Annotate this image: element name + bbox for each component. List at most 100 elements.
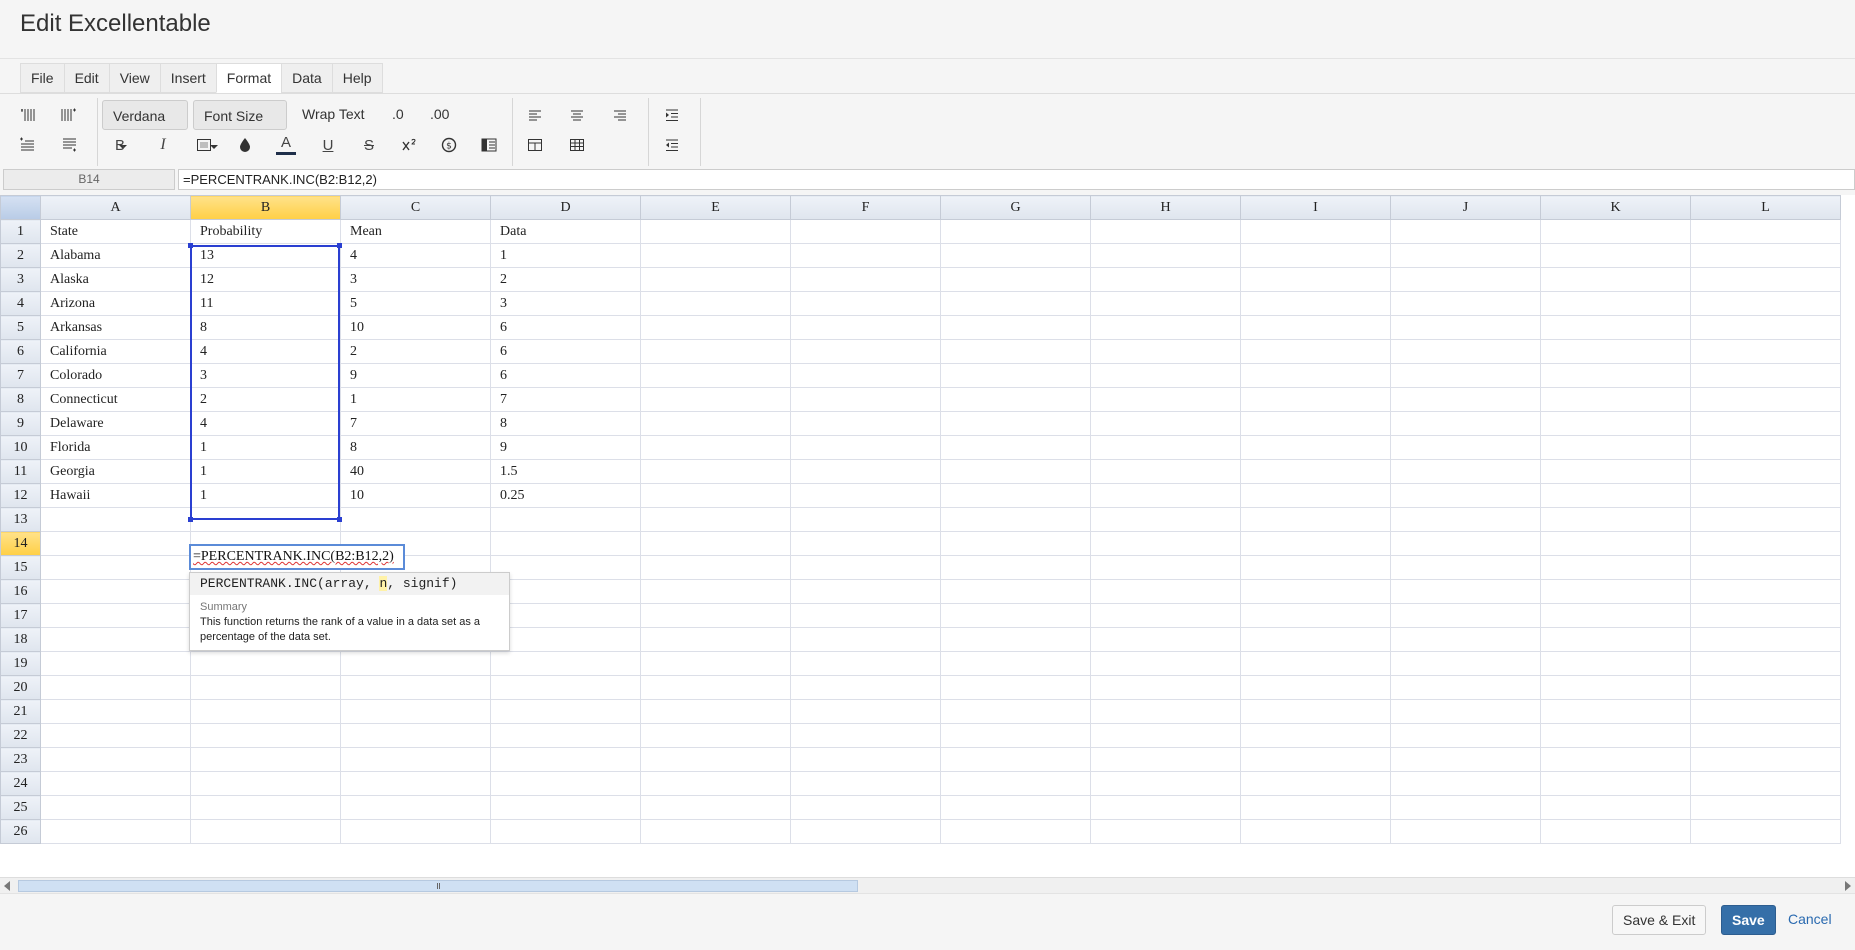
cell-l7[interactable] [1690, 363, 1841, 388]
cell-f25[interactable] [790, 795, 941, 820]
cell-k4[interactable] [1540, 291, 1691, 316]
cell-d12[interactable]: 0.25 [490, 483, 641, 508]
cell-k19[interactable] [1540, 651, 1691, 676]
cell-a3[interactable]: Alaska [40, 267, 191, 292]
cell-h17[interactable] [1090, 603, 1241, 628]
cell-b13[interactable] [190, 507, 341, 532]
merge-cells-icon[interactable] [524, 134, 546, 156]
cell-l12[interactable] [1690, 483, 1841, 508]
cell-h8[interactable] [1090, 387, 1241, 412]
cell-b20[interactable] [190, 675, 341, 700]
cell-j24[interactable] [1390, 771, 1541, 796]
cell-a19[interactable] [40, 651, 191, 676]
cell-d6[interactable]: 6 [490, 339, 641, 364]
row-header[interactable]: 14 [0, 531, 41, 556]
row-header[interactable]: 25 [0, 795, 41, 820]
cell-a13[interactable] [40, 507, 191, 532]
cell-k2[interactable] [1540, 243, 1691, 268]
cell-d3[interactable]: 2 [490, 267, 641, 292]
cell-j4[interactable] [1390, 291, 1541, 316]
cell-g18[interactable] [940, 627, 1091, 652]
cell-b11[interactable]: 1 [190, 459, 341, 484]
cell-b8[interactable]: 2 [190, 387, 341, 412]
cell-l8[interactable] [1690, 387, 1841, 412]
row-header[interactable]: 6 [0, 339, 41, 364]
cell-j8[interactable] [1390, 387, 1541, 412]
cell-i6[interactable] [1240, 339, 1391, 364]
cell-g6[interactable] [940, 339, 1091, 364]
cell-f13[interactable] [790, 507, 941, 532]
column-header-l[interactable]: L [1690, 195, 1841, 220]
cell-b10[interactable]: 1 [190, 435, 341, 460]
currency-icon[interactable]: $ [438, 134, 460, 156]
cell-a9[interactable]: Delaware [40, 411, 191, 436]
menu-tab-format[interactable]: Format [215, 63, 283, 93]
cell-d13[interactable] [490, 507, 641, 532]
cell-a26[interactable] [40, 819, 191, 844]
cell-c13[interactable] [340, 507, 491, 532]
cell-f9[interactable] [790, 411, 941, 436]
cell-g23[interactable] [940, 747, 1091, 772]
cell-c3[interactable]: 3 [340, 267, 491, 292]
cell-j20[interactable] [1390, 675, 1541, 700]
cell-a18[interactable] [40, 627, 191, 652]
cell-d2[interactable]: 1 [490, 243, 641, 268]
cell-h3[interactable] [1090, 267, 1241, 292]
cell-c12[interactable]: 10 [340, 483, 491, 508]
cell-b3[interactable]: 12 [190, 267, 341, 292]
row-header[interactable]: 22 [0, 723, 41, 748]
row-header[interactable]: 23 [0, 747, 41, 772]
column-header-i[interactable]: I [1240, 195, 1391, 220]
column-header-e[interactable]: E [640, 195, 791, 220]
select-all-corner[interactable] [0, 195, 41, 220]
cell-f16[interactable] [790, 579, 941, 604]
cell-f11[interactable] [790, 459, 941, 484]
cell-g26[interactable] [940, 819, 1091, 844]
cell-h9[interactable] [1090, 411, 1241, 436]
cell-c24[interactable] [340, 771, 491, 796]
cell-k12[interactable] [1540, 483, 1691, 508]
cell-h4[interactable] [1090, 291, 1241, 316]
cell-e20[interactable] [640, 675, 791, 700]
cell-j13[interactable] [1390, 507, 1541, 532]
cell-l16[interactable] [1690, 579, 1841, 604]
cell-j22[interactable] [1390, 723, 1541, 748]
cell-a8[interactable]: Connecticut [40, 387, 191, 412]
cell-l23[interactable] [1690, 747, 1841, 772]
cell-e2[interactable] [640, 243, 791, 268]
cell-k23[interactable] [1540, 747, 1691, 772]
scroll-left-icon[interactable] [4, 881, 10, 891]
cell-k22[interactable] [1540, 723, 1691, 748]
cell-k1[interactable] [1540, 219, 1691, 244]
align-center-icon[interactable] [566, 104, 588, 126]
cell-e18[interactable] [640, 627, 791, 652]
cell-l9[interactable] [1690, 411, 1841, 436]
cell-f22[interactable] [790, 723, 941, 748]
cell-c19[interactable] [340, 651, 491, 676]
cell-j15[interactable] [1390, 555, 1541, 580]
cell-i3[interactable] [1240, 267, 1391, 292]
cell-j26[interactable] [1390, 819, 1541, 844]
column-header-d[interactable]: D [490, 195, 641, 220]
cell-e25[interactable] [640, 795, 791, 820]
row-header[interactable]: 10 [0, 435, 41, 460]
selection-handle[interactable] [188, 243, 193, 248]
cell-h16[interactable] [1090, 579, 1241, 604]
horizontal-scrollbar[interactable] [0, 877, 1855, 894]
cell-b5[interactable]: 8 [190, 315, 341, 340]
cell-l26[interactable] [1690, 819, 1841, 844]
cell-g9[interactable] [940, 411, 1091, 436]
row-header[interactable]: 19 [0, 651, 41, 676]
strikethrough-button[interactable]: S [358, 134, 380, 156]
cell-i22[interactable] [1240, 723, 1391, 748]
cell-k20[interactable] [1540, 675, 1691, 700]
menu-tab-edit[interactable]: Edit [63, 63, 110, 93]
row-header[interactable]: 4 [0, 291, 41, 316]
cell-g3[interactable] [940, 267, 1091, 292]
cell-g15[interactable] [940, 555, 1091, 580]
cell-k21[interactable] [1540, 699, 1691, 724]
cell-i14[interactable] [1240, 531, 1391, 556]
cell-d24[interactable] [490, 771, 641, 796]
cell-h6[interactable] [1090, 339, 1241, 364]
cell-g17[interactable] [940, 603, 1091, 628]
